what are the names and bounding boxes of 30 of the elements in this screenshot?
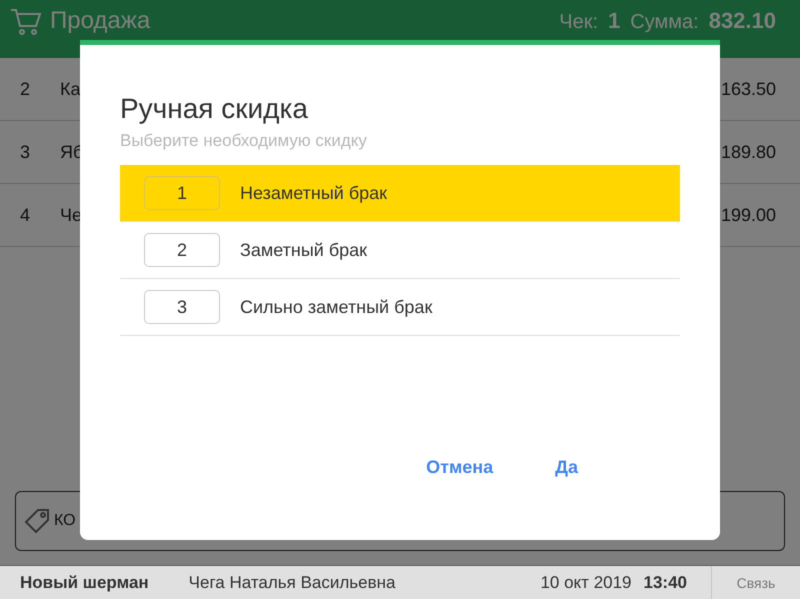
tag-icon (24, 508, 50, 534)
row-number: 2 (20, 78, 32, 100)
receipt-number: 1 (608, 7, 620, 35)
code-placeholder: КО (54, 512, 76, 530)
cashier-name: Чега Наталья Васильевна (188, 572, 396, 592)
option-key: 3 (144, 290, 220, 324)
option-label: Заметный брак (240, 240, 368, 260)
confirm-button[interactable]: Да (553, 453, 580, 482)
dialog-subtitle: Выберите необходимую скидку (120, 131, 368, 151)
option-key: 2 (144, 233, 220, 267)
time-text: 13:40 (644, 572, 687, 592)
screen-title: Продажа (50, 7, 150, 35)
date-text: 10 окт 2019 (540, 572, 632, 592)
receipt-label: Чек: (559, 10, 598, 35)
item-name: Ка (60, 78, 80, 100)
row-number: 3 (20, 142, 32, 162)
item-price: 189.80 (720, 142, 776, 162)
cart-icon (10, 7, 42, 37)
item-price: 163.50 (720, 78, 776, 100)
option-key: 1 (144, 176, 220, 210)
sum-label: Сумма: (630, 10, 699, 35)
cancel-button[interactable]: Отмена (424, 453, 496, 482)
store-name: Новый шерман (20, 572, 149, 592)
option-label: Сильно заметный брак (240, 296, 432, 318)
option-label: Незаметный брак (240, 182, 388, 204)
item-price: 199.00 (720, 204, 776, 226)
sum-value: 832.10 (708, 7, 776, 35)
discount-option[interactable]: 1 Незаметный брак (120, 165, 680, 222)
row-number: 4 (20, 204, 32, 226)
dialog-title: Ручная скидка (120, 93, 309, 125)
